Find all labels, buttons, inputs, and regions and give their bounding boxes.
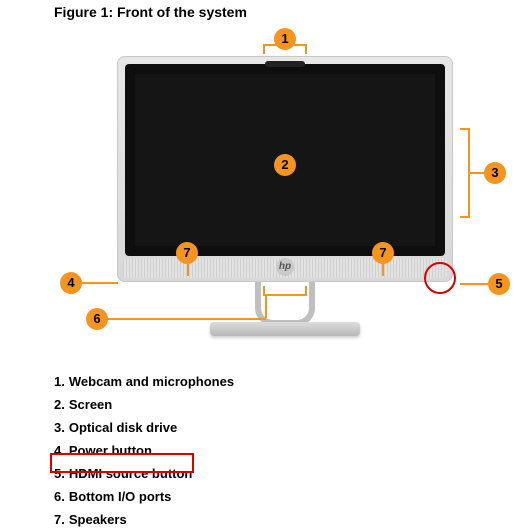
hp-logo-icon: hp (276, 258, 294, 276)
leader-line-4 (82, 282, 118, 284)
legend-item-label: Webcam and microphones (69, 371, 234, 392)
legend-item-number: 2 (54, 394, 65, 415)
callout-badge-5: 5 (488, 273, 510, 295)
legend-item-label: Speakers (69, 509, 127, 530)
legend-item-number: 3 (54, 417, 65, 438)
legend-item: 2Screen (52, 393, 114, 416)
callout-badge-4: 4 (60, 272, 82, 294)
legend-item: 7Speakers (52, 508, 129, 531)
stand-base (210, 322, 360, 336)
legend-highlight-box (50, 453, 194, 473)
leader-line-7b (382, 264, 384, 276)
webcam-bar (265, 61, 305, 67)
legend-item-label: Bottom I/O ports (69, 486, 172, 507)
leader-line-3 (470, 172, 484, 174)
legend-item: 3Optical disk drive (52, 416, 179, 439)
leader-line-6v (265, 296, 267, 318)
legend-item-number: 1 (54, 371, 65, 392)
legend-item: 6Bottom I/O ports (52, 485, 173, 508)
callout-badge-3: 3 (484, 162, 506, 184)
leader-line-7a (187, 264, 189, 276)
legend-item: 1Webcam and microphones (52, 370, 236, 393)
callout-badge-6: 6 (86, 308, 108, 330)
leader-line-5 (460, 283, 488, 285)
system-front-diagram: hp 1 2 3 4 5 6 7 7 (0, 28, 530, 368)
leader-bracket-3 (460, 128, 470, 218)
legend-item-label: Optical disk drive (69, 417, 177, 438)
callout-badge-2: 2 (274, 154, 296, 176)
callout-badge-7-left: 7 (176, 242, 198, 264)
legend-item-number: 7 (54, 509, 65, 530)
figure-title: Figure 1: Front of the system (54, 4, 247, 20)
leader-line-6h (106, 318, 266, 320)
hdmi-source-highlight-circle (424, 262, 456, 294)
legend-list: 1Webcam and microphones2Screen3Optical d… (52, 370, 236, 531)
callout-badge-1: 1 (274, 28, 296, 50)
callout-badge-7-right: 7 (372, 242, 394, 264)
legend-item-label: Screen (69, 394, 112, 415)
leader-bracket-6 (263, 286, 307, 296)
legend-item-number: 6 (54, 486, 65, 507)
